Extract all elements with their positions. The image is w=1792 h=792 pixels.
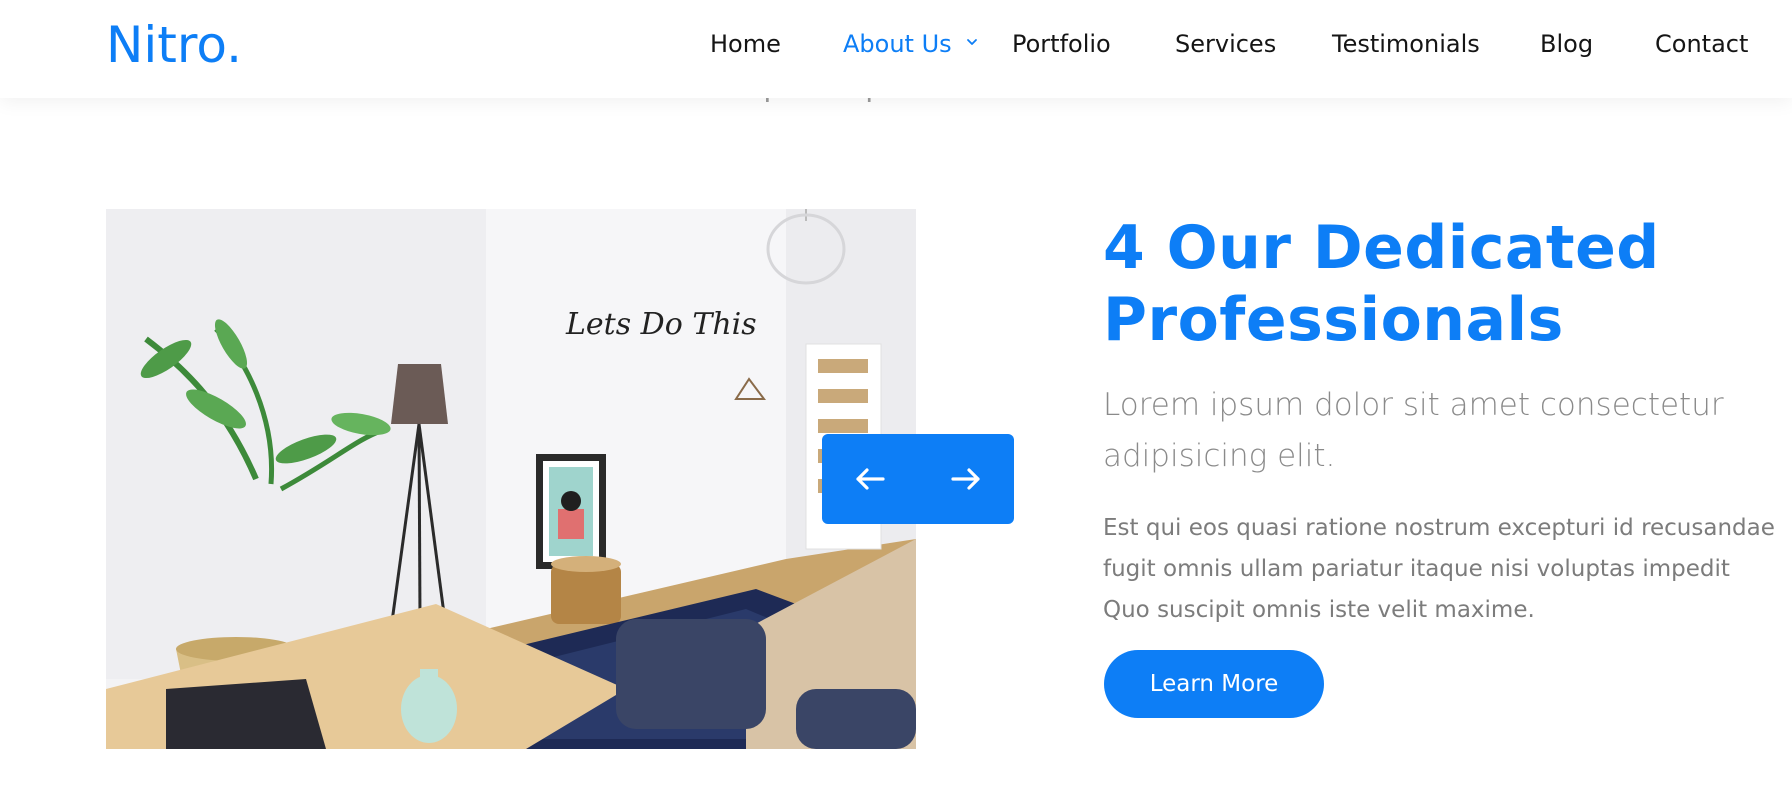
nav-blog[interactable]: Blog	[1540, 30, 1593, 66]
wall-lettering: Lets Do This	[565, 307, 757, 342]
feature-content: 4 Our Dedicated Professionals Lorem ipsu…	[1103, 212, 1783, 631]
slider-controls	[822, 434, 1014, 524]
room-illustration: Lets Do This	[106, 209, 916, 749]
nav-testimonials[interactable]: Testimonials	[1332, 30, 1480, 66]
arrow-right-icon	[951, 468, 980, 490]
nav-about-us-label: About Us	[843, 30, 952, 58]
chevron-down-icon	[966, 39, 977, 45]
nav-about-us[interactable]: About Us	[843, 30, 978, 66]
heading-line-1: 4 Our Dedicated	[1103, 213, 1660, 283]
heading-line-2: Professionals	[1103, 285, 1564, 355]
nav-portfolio[interactable]: Portfolio	[1012, 30, 1111, 66]
room-photo: Lets Do This	[106, 209, 916, 749]
section-heading: 4 Our Dedicated Professionals	[1103, 212, 1783, 356]
body-paragraph: Est qui eos quasi ratione nostrum except…	[1103, 515, 1775, 623]
nav-services[interactable]: Services	[1175, 30, 1276, 66]
learn-more-button[interactable]: Learn More	[1104, 650, 1324, 718]
slider-prev-button[interactable]	[822, 434, 918, 524]
slider-next-button[interactable]	[918, 434, 1014, 524]
site-logo[interactable]: Nitro.	[106, 16, 242, 74]
nav-home[interactable]: Home	[710, 30, 781, 66]
site-header: Nitro. Home About Us Portfolio Services …	[0, 0, 1792, 98]
lead-paragraph: Lorem ipsum dolor sit amet consectetur a…	[1103, 387, 1724, 474]
arrow-left-icon	[856, 468, 885, 490]
nav-contact[interactable]: Contact	[1655, 30, 1748, 66]
